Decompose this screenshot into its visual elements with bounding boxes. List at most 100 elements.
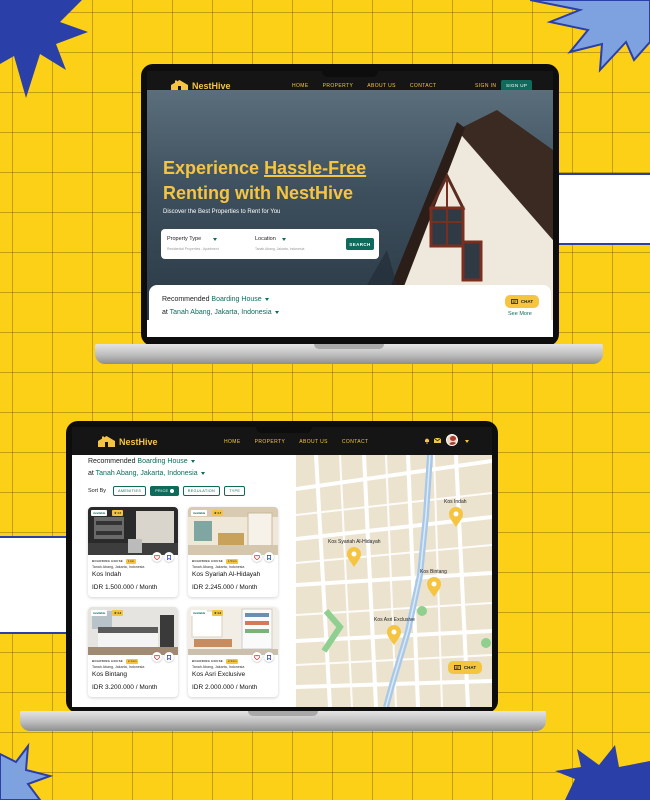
property-type-hint: Residential Properties - Apartment [167, 247, 219, 251]
nav-home[interactable]: HOME [224, 439, 241, 445]
chat-button[interactable]: CHAT [448, 661, 482, 674]
chevron-down-icon [274, 310, 279, 314]
chat-icon [454, 664, 461, 670]
property-location: Tanah Abang, Jakarta, Indonesia [192, 665, 245, 669]
recommended-type-selector[interactable]: Recommended Boarding House [162, 296, 269, 303]
property-price: IDR 3.200.000 / Month [92, 684, 158, 691]
laptop-bottom-groove [248, 711, 318, 716]
sort-price[interactable]: PRICE [150, 486, 179, 496]
mail-icon[interactable] [434, 438, 441, 443]
nav-home[interactable]: HOME [292, 83, 309, 93]
sign-in-link[interactable]: SIGN IN [475, 83, 496, 89]
property-location: Tanah Abang, Jakarta, Indonesia [192, 565, 245, 569]
recommended-location-selector[interactable]: at Tanah Abang, Jakarta, Indonesia [88, 470, 205, 477]
hero-title-highlight: Hassle-Free [264, 158, 367, 178]
chevron-down-icon [190, 459, 195, 463]
property-type-label: Property Type [167, 236, 202, 242]
property-card-kos-asri[interactable]: Available ★ 4.6 BOARDING HOUSE 2.3 km Ta… [188, 607, 278, 697]
property-name: Kos Bintang [92, 671, 128, 678]
house-logo-icon [98, 436, 115, 447]
property-type-label: BOARDING HOUSE [192, 559, 224, 563]
chevron-down-icon [200, 471, 205, 475]
sort-by-label: Sort By [88, 488, 107, 494]
camera-notch [256, 427, 312, 433]
bookmark-icon[interactable] [264, 652, 274, 662]
property-card-kos-indah[interactable]: Available ★ 4.5 BOARDING HOUSE 1 km Tana… [88, 507, 178, 597]
chat-icon [511, 298, 518, 304]
search-panel: Property Type Residential Properties - A… [161, 229, 379, 259]
property-price: IDR 2.245.000 / Month [192, 584, 258, 591]
property-name: Kos Indah [92, 571, 122, 578]
brand-name: NestHive [192, 80, 231, 91]
sort-amenities[interactable]: AMENITIES [113, 486, 147, 496]
recommended-type-selector[interactable]: Recommended Boarding House [88, 458, 195, 465]
search-button[interactable]: SEARCH [346, 238, 374, 250]
see-more-link[interactable]: See More [508, 311, 532, 317]
map-pin-label: Kos Asri Exclusive [374, 617, 415, 623]
camera-notch [322, 71, 378, 77]
bookmark-icon[interactable] [164, 652, 174, 662]
nav-about-us[interactable]: ABOUT US [367, 83, 396, 89]
availability-badge: Available [191, 510, 208, 516]
recommendation-bar: Recommended Boarding House at Tanah Aban… [149, 285, 551, 329]
map-pin-icon[interactable] [448, 507, 464, 527]
bookmark-icon[interactable] [264, 552, 274, 562]
sort-bar: Sort By AMENITIES PRICE REGULATION TYPE [88, 486, 249, 496]
rating-badge: ★ 4.5 [112, 510, 124, 516]
sort-regulation[interactable]: REGULATION [182, 486, 221, 496]
laptop-top-screen: NestHive HOME PROPERTY ABOUT US CONTACT … [147, 71, 553, 337]
location-hint: Tanah Abang, Jakarta, Indonesia [255, 247, 305, 251]
bookmark-icon[interactable] [164, 552, 174, 562]
chat-label: CHAT [463, 665, 477, 670]
map-view[interactable]: Kos Indah Kos Syariah Al-Hidayah Kos Bin… [296, 455, 492, 707]
nav-property[interactable]: PROPERTY [323, 83, 354, 89]
sort-type[interactable]: TYPE [224, 486, 246, 496]
property-price: IDR 1.500.000 / Month [92, 584, 158, 591]
avatar[interactable] [446, 434, 458, 446]
nav-property[interactable]: PROPERTY [255, 439, 286, 445]
location-label: Location [255, 236, 276, 242]
rating-badge: ★ 4.6 [212, 610, 224, 616]
star-decoration-bottom-right [555, 745, 650, 800]
laptop-bottom-screen: NestHive HOME PROPERTY ABOUT US CONTACT … [72, 427, 492, 707]
property-type-label: BOARDING HOUSE [192, 659, 224, 663]
brand-name: NestHive [119, 436, 158, 447]
bell-icon[interactable] [424, 437, 430, 444]
favorite-heart-icon[interactable] [252, 552, 262, 562]
availability-badge: Available [91, 610, 108, 616]
star-decoration-top-left [0, 0, 88, 98]
chevron-down-icon[interactable] [465, 440, 469, 443]
chat-button[interactable]: CHAT [505, 295, 539, 308]
brand-logo[interactable]: NestHive [98, 436, 158, 447]
property-type-label: BOARDING HOUSE [92, 659, 124, 663]
map-pin-label: Kos Bintang [420, 569, 447, 575]
property-name: Kos Syariah Al-Hidayah [192, 571, 261, 578]
property-card-kos-bintang[interactable]: Available ★ 4.3 BOARDING HOUSE 2.1 km Ta… [88, 607, 178, 697]
distance-tag: 2.3 km [226, 658, 239, 664]
chevron-down-icon [282, 238, 286, 241]
favorite-heart-icon[interactable] [252, 652, 262, 662]
nav-contact[interactable]: CONTACT [410, 83, 437, 89]
chevron-down-icon [264, 297, 269, 301]
property-price: IDR 2.000.000 / Month [192, 684, 258, 691]
map-pin-icon[interactable] [346, 547, 362, 567]
favorite-heart-icon[interactable] [152, 552, 162, 562]
property-location: Tanah Abang, Jakarta, Indonesia [92, 565, 145, 569]
recommended-location-selector[interactable]: at Tanah Abang, Jakarta, Indonesia [162, 309, 279, 316]
hero-title: Experience Hassle-Free Renting with Nest… [163, 158, 367, 203]
rating-badge: ★ 4.3 [112, 610, 124, 616]
map-pin-icon[interactable] [426, 577, 442, 597]
distance-tag: 1.5 km [226, 558, 239, 564]
hero-title-line2: Renting with NestHive [163, 183, 354, 203]
distance-tag: 1 km [126, 558, 137, 564]
favorite-heart-icon[interactable] [152, 652, 162, 662]
listing-pane: Recommended Boarding House at Tanah Aban… [72, 455, 296, 707]
map-pin-icon[interactable] [386, 625, 402, 645]
nav-about-us[interactable]: ABOUT US [299, 439, 328, 445]
distance-tag: 2.1 km [126, 658, 139, 664]
availability-badge: Available [91, 510, 108, 516]
laptop-top-groove [314, 344, 384, 349]
nav-contact[interactable]: CONTACT [342, 439, 369, 445]
property-card-kos-syariah[interactable]: Available ★ 4.7 BOARDING HOUSE 1.5 km Ta… [188, 507, 278, 597]
map-pin-label: Kos Syariah Al-Hidayah [328, 539, 381, 545]
